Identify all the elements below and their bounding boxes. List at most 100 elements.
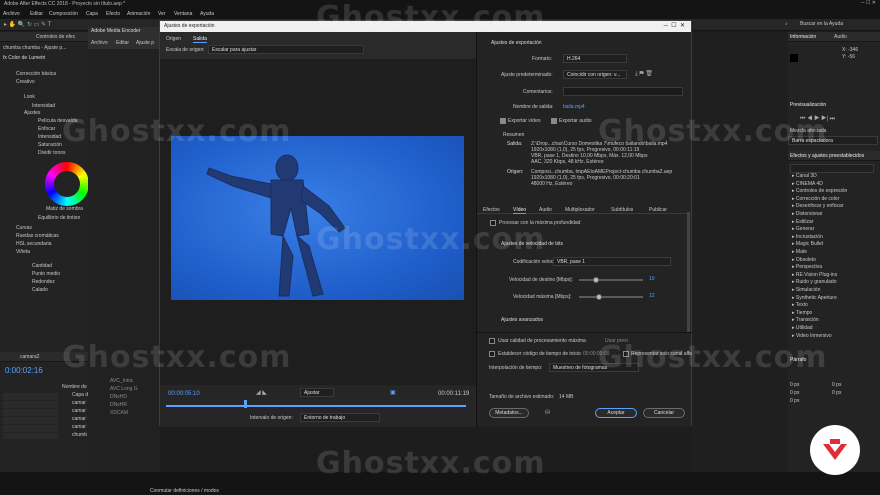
effects-list-item[interactable]: ▸ Mate	[792, 250, 807, 255]
effect-controls-tab[interactable]: Controles de efec	[36, 35, 75, 40]
layer-row[interactable]: camar	[72, 401, 86, 406]
menu-efecto[interactable]: Efecto	[106, 12, 120, 17]
menu-composicion[interactable]: Composición	[49, 12, 78, 17]
export-settings-section[interactable]: Ajustes de exportación	[491, 41, 542, 46]
effects-list-item[interactable]: ▸ Synthetic Aperture	[792, 295, 837, 301]
tab-subtitulos[interactable]: Subtítulos	[611, 208, 633, 213]
max-bitrate-value[interactable]: 12	[649, 294, 655, 299]
menu-capa[interactable]: Capa	[86, 12, 98, 17]
target-bitrate-knob[interactable]	[593, 277, 599, 283]
format-select[interactable]: H.264	[563, 54, 627, 63]
tab-salida[interactable]: Salida	[193, 37, 207, 43]
info-tab[interactable]: Información	[790, 35, 816, 40]
ame-menu-ajuste[interactable]: Ajuste p	[136, 41, 154, 46]
effects-presets-tab[interactable]: Efectos y ajustes preestablecidos	[790, 154, 864, 159]
ame-menu-editar[interactable]: Editar	[116, 41, 129, 46]
time-ruler[interactable]	[166, 405, 466, 407]
max-quality-checkbox[interactable]	[489, 338, 495, 344]
menu-ayuda[interactable]: Ayuda	[200, 12, 214, 17]
cancel-button[interactable]: Cancelar	[643, 408, 685, 418]
effect-item[interactable]: Curvas	[16, 226, 32, 231]
tc-start[interactable]: 00:00:05:10	[168, 391, 200, 397]
format-item[interactable]: DNxHD	[110, 395, 127, 400]
format-item[interactable]: AVC Long G	[110, 387, 138, 392]
effects-list-item[interactable]: ▸ Distorsionar	[792, 212, 823, 217]
max-bitrate-knob[interactable]	[596, 294, 602, 300]
metadata-button[interactable]: Metadatos...	[489, 408, 529, 418]
effects-list-item[interactable]: ▸ Canal 3D	[792, 174, 817, 179]
effects-list-item[interactable]: ▸ CINEMA 4D	[792, 181, 823, 187]
playhead[interactable]	[244, 400, 247, 408]
effects-list-item[interactable]: ▸ RE:Vision Plug-ins	[792, 272, 837, 278]
start-tc-checkbox[interactable]	[489, 351, 495, 357]
paragraph-value[interactable]: 0 px	[832, 383, 841, 388]
effects-list-item[interactable]: ▸ Tiempo	[792, 310, 812, 316]
effects-list-item[interactable]: ▸ Magic Bullet	[792, 242, 823, 247]
preview-tab[interactable]: Previsualización	[790, 103, 826, 108]
effects-list-item[interactable]: ▸ Utilidad	[792, 326, 813, 331]
layer-row[interactable]: camar	[72, 409, 86, 414]
effects-list-item[interactable]: ▸ Desenfocar y enfocar	[792, 204, 843, 209]
effects-list-item[interactable]: ▸ Controles de expresión	[792, 189, 847, 194]
accept-button[interactable]: Aceptar	[595, 408, 637, 418]
effect-item[interactable]: Ruedas cromáticas	[16, 234, 59, 239]
ame-menu-archivo[interactable]: Archivo	[91, 41, 108, 46]
effects-list-item[interactable]: ▸ Estilizar	[792, 219, 813, 225]
target-bitrate-slider[interactable]	[579, 277, 643, 283]
format-item[interactable]: DNxHR	[110, 403, 127, 408]
effect-item[interactable]: Viñeta	[16, 250, 30, 255]
in-out-icon[interactable]: ◢ ◣	[256, 390, 267, 396]
menu-editar[interactable]: Editar	[30, 12, 43, 17]
effects-list-item[interactable]: ▸ Obsoleto	[792, 257, 816, 263]
preset-actions-icon[interactable]: ⤓ ⚑ 🗑	[635, 71, 653, 77]
advanced-section[interactable]: Ajustes avanzados	[501, 318, 543, 323]
effects-list-item[interactable]: ▸ Generar	[792, 227, 814, 232]
settings-scrollbar[interactable]	[687, 212, 690, 332]
tab-multiplexador[interactable]: Multiplexador	[565, 208, 595, 213]
layer-switches[interactable]	[3, 393, 58, 439]
paragraph-value[interactable]: 0 px	[790, 383, 799, 388]
tools-icon[interactable]: ▸ ✋ 🔍 ↻ ▭ ✎ T	[4, 22, 51, 28]
tab-origen[interactable]: Origen	[166, 37, 181, 42]
tab-video[interactable]: Vídeo	[513, 208, 527, 214]
effects-list-item[interactable]: ▸ Texto	[792, 303, 808, 308]
output-name[interactable]: baila.mp4	[563, 105, 585, 110]
summary-title[interactable]: Resumen	[503, 133, 524, 138]
effect-item[interactable]: HSL secundaria	[16, 242, 51, 247]
menu-archivo[interactable]: Archivo	[3, 12, 20, 17]
safe-margins-icon[interactable]: ▣	[390, 390, 396, 396]
bitrate-coding-select[interactable]: VBR, pase 1	[553, 257, 671, 266]
timeline-timecode[interactable]: 0:00:02:16	[5, 367, 43, 375]
menu-ver[interactable]: Ver	[158, 12, 166, 17]
layer-row[interactable]: chumb	[72, 433, 87, 438]
max-bitrate-slider[interactable]	[579, 294, 643, 300]
comments-input[interactable]	[563, 87, 683, 96]
export-audio-checkbox[interactable]	[551, 118, 557, 124]
render-toggle[interactable]: Conmutar definiciones / modos	[150, 489, 219, 494]
format-item[interactable]: XDCAM	[110, 411, 128, 416]
fit-select[interactable]: Ajustar	[300, 388, 334, 397]
paragraph-value[interactable]: 0 px	[790, 399, 799, 404]
effects-list-item[interactable]: ▸ Perspectiva	[792, 265, 822, 270]
export-video-checkbox[interactable]	[500, 118, 506, 124]
help-search[interactable]: Buscar en la Ayuda	[800, 22, 843, 27]
effect-item[interactable]: Dividir tonos	[38, 151, 66, 156]
timeline-tab[interactable]: camara2	[20, 355, 39, 360]
paragraph-value[interactable]: 0 px	[790, 391, 799, 396]
effects-search-input[interactable]	[790, 164, 874, 173]
paragraph-value[interactable]: 0 px	[832, 391, 841, 396]
layer-row[interactable]: camar	[72, 417, 86, 422]
window-controls-icon[interactable]: ─ ☐ ✕	[861, 1, 876, 6]
audio-tab[interactable]: Audio	[834, 35, 847, 40]
color-wheel[interactable]	[45, 162, 89, 206]
layer-row[interactable]: camar	[72, 425, 86, 430]
tab-audio[interactable]: Audio	[539, 208, 552, 213]
menu-ventana[interactable]: Ventana	[174, 12, 192, 17]
effects-list-item[interactable]: ▸ Simulación	[792, 288, 820, 293]
effects-list-item[interactable]: ▸ Corrección de color	[792, 196, 839, 202]
tab-publicar[interactable]: Publicar	[649, 208, 667, 213]
effects-list-item[interactable]: ▸ Incrustación	[792, 234, 823, 240]
format-item[interactable]: AVC_Intra	[110, 379, 133, 384]
tab-efectos[interactable]: Efectos	[483, 208, 500, 213]
dialog-window-controls-icon[interactable]: ─ ☐ ✕	[664, 23, 685, 29]
